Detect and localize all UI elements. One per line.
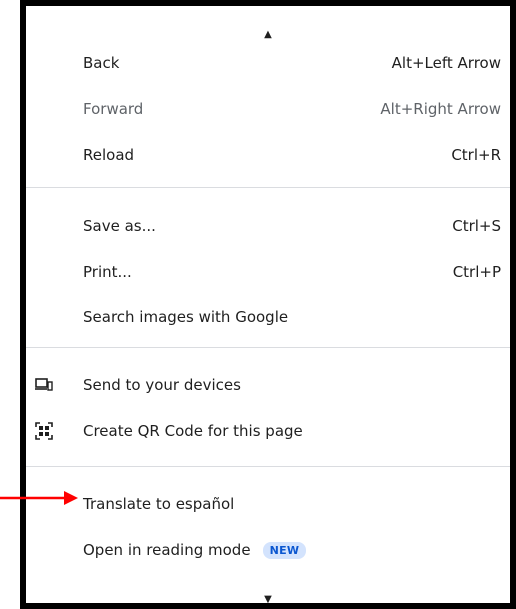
menu-item-label: Forward xyxy=(83,100,144,118)
menu-item-shortcut: Ctrl+S xyxy=(452,217,501,235)
menu-item-reading-mode[interactable]: Open in reading mode NEW xyxy=(26,530,510,570)
menu-item-label: Back xyxy=(83,54,120,72)
menu-item-label-text: Open in reading mode xyxy=(83,541,251,559)
scroll-up-icon[interactable]: ▲ xyxy=(26,24,510,44)
menu-item-reload[interactable]: Reload Ctrl+R xyxy=(26,135,510,175)
menu-separator xyxy=(26,347,510,348)
menu-item-send-to-devices[interactable]: Send to your devices xyxy=(26,365,510,405)
new-badge: NEW xyxy=(262,542,307,559)
menu-item-label: Search images with Google xyxy=(83,308,289,326)
context-menu: ▲ Back Alt+Left Arrow Forward Alt+Right … xyxy=(26,6,510,605)
qr-code-icon xyxy=(35,422,53,440)
menu-item-back[interactable]: Back Alt+Left Arrow xyxy=(26,43,510,83)
menu-item-shortcut: Alt+Left Arrow xyxy=(391,54,501,72)
devices-icon xyxy=(35,376,53,394)
menu-item-label: Save as... xyxy=(83,217,156,235)
menu-item-forward[interactable]: Forward Alt+Right Arrow xyxy=(26,89,510,129)
menu-item-shortcut: Alt+Right Arrow xyxy=(380,100,501,118)
menu-item-shortcut: Ctrl+R xyxy=(451,146,501,164)
menu-item-save-as[interactable]: Save as... Ctrl+S xyxy=(26,206,510,246)
menu-item-search-images[interactable]: Search images with Google xyxy=(26,297,510,337)
menu-item-label: Reload xyxy=(83,146,135,164)
menu-separator xyxy=(26,187,510,188)
menu-item-create-qr[interactable]: Create QR Code for this page xyxy=(26,411,510,451)
menu-item-label: Translate to español xyxy=(83,495,235,513)
menu-item-label: Create QR Code for this page xyxy=(83,422,303,440)
annotation-arrow-icon xyxy=(0,491,78,505)
menu-item-shortcut: Ctrl+P xyxy=(452,263,501,281)
menu-item-label: Open in reading mode NEW xyxy=(83,541,307,559)
menu-item-translate[interactable]: Translate to español xyxy=(26,484,510,524)
menu-item-label: Print... xyxy=(83,263,132,281)
menu-separator xyxy=(26,466,510,467)
scroll-down-icon[interactable]: ▼ xyxy=(26,589,510,609)
menu-item-print[interactable]: Print... Ctrl+P xyxy=(26,252,510,292)
menu-item-label: Send to your devices xyxy=(83,376,241,394)
